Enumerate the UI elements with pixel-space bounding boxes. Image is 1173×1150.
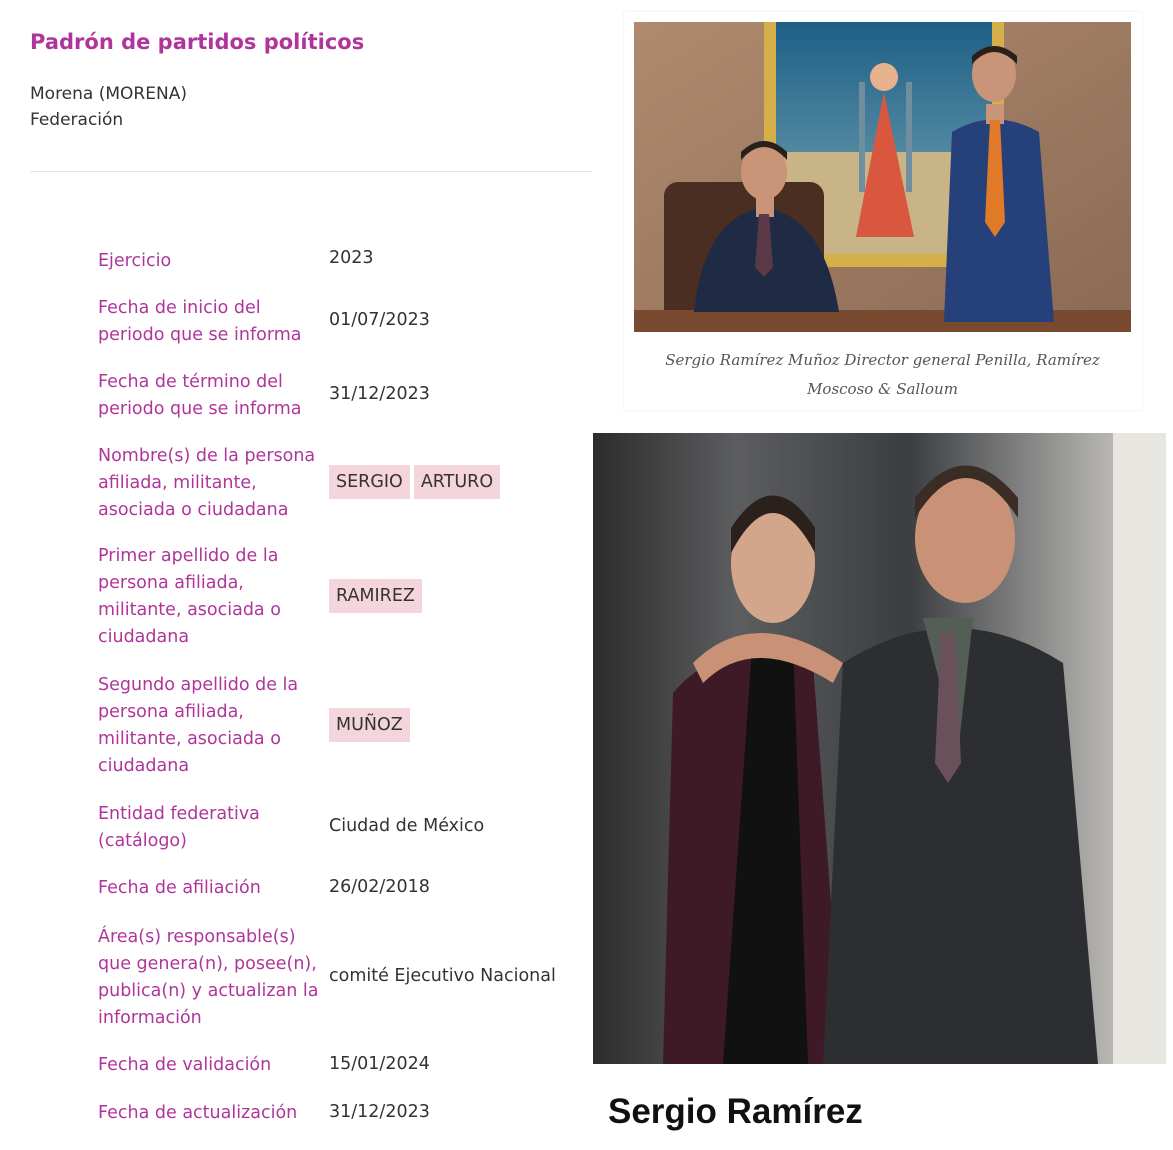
surname-chip: RAMIREZ: [329, 579, 422, 613]
divider: [30, 171, 592, 172]
field-label: Ejercicio: [98, 251, 172, 271]
field-value: 31/12/2023: [329, 1102, 430, 1122]
party-registry-panel: Padrón de partidos políticos Morena (MOR…: [0, 0, 600, 1150]
name-chip: SERGIO: [329, 465, 410, 499]
field-value: comité Ejecutivo Nacional: [329, 966, 556, 986]
field-value: Ciudad de México: [329, 816, 485, 836]
field-value-chips: MUÑOZ: [329, 708, 414, 742]
field-value: 31/12/2023: [329, 384, 430, 404]
field-value: 26/02/2018: [329, 877, 430, 897]
name-chip: ARTURO: [413, 465, 501, 499]
photo-card: Sergio Ramírez Muñoz Director general Pe…: [624, 12, 1142, 410]
field-value: 15/01/2024: [329, 1054, 430, 1074]
portrait-photo-illustration: [593, 433, 1166, 1064]
page-title: Padrón de partidos políticos: [30, 30, 365, 54]
field-label: Fecha de actualización: [98, 1103, 298, 1123]
party-name: Morena (MORENA): [30, 84, 187, 104]
field-value-chips: SERGIO ARTURO: [329, 465, 504, 499]
party-scope: Federación: [30, 110, 124, 130]
field-value: 2023: [329, 248, 374, 268]
person-name-heading: Sergio Ramírez: [608, 1092, 863, 1131]
photo-caption: Sergio Ramírez Muñoz Director general Pe…: [665, 351, 1100, 398]
portrait-photo: [593, 433, 1166, 1064]
field-label: Primer apellido de la persona afiliada, …: [98, 546, 281, 647]
field-value: 01/07/2023: [329, 310, 430, 330]
field-label: Nombre(s) de la persona afiliada, milita…: [98, 446, 316, 520]
surname-chip: MUÑOZ: [329, 708, 410, 742]
field-label: Fecha de validación: [98, 1055, 272, 1075]
field-label: Área(s) responsable(s) que genera(n), po…: [98, 927, 319, 1028]
office-photo: [634, 22, 1131, 332]
field-label: Fecha de inicio del periodo que se infor…: [98, 298, 302, 345]
field-label: Fecha de término del periodo que se info…: [98, 372, 302, 419]
field-label: Segundo apellido de la persona afiliada,…: [98, 675, 299, 776]
field-label: Fecha de afiliación: [98, 878, 261, 898]
office-photo-illustration: [634, 22, 1131, 332]
field-value-chips: RAMIREZ: [329, 579, 426, 613]
field-label: Entidad federativa (catálogo): [98, 804, 260, 851]
